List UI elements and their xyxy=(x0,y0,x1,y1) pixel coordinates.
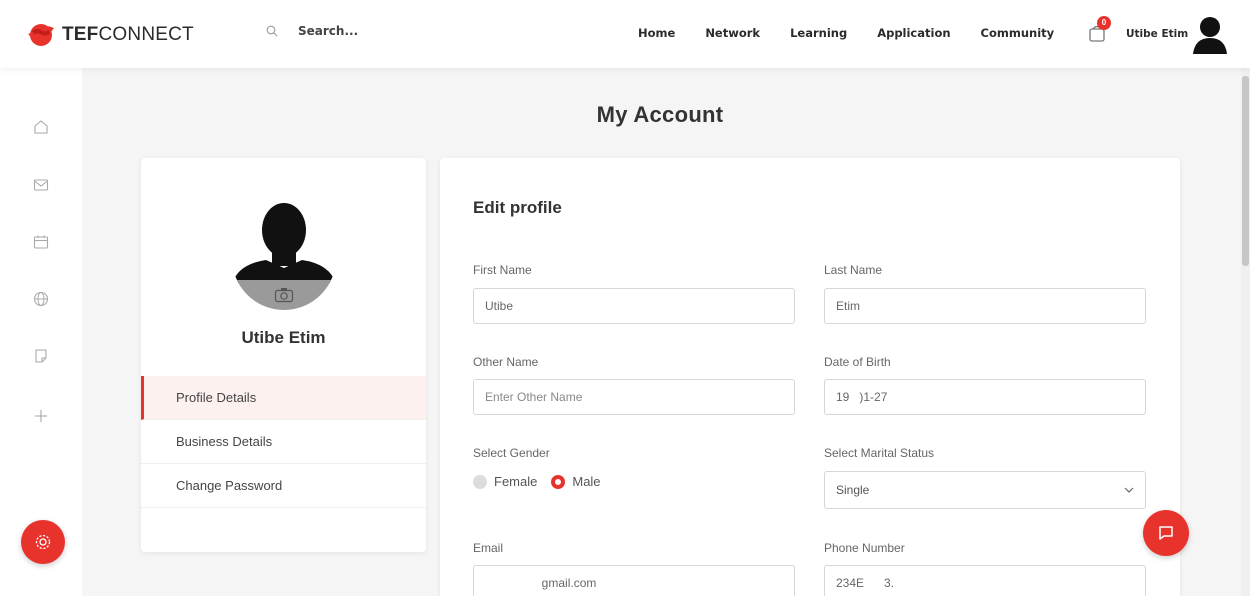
phone-label: Phone Number xyxy=(824,541,905,555)
header-username[interactable]: Utibe Etim xyxy=(1126,28,1188,40)
phone-field[interactable] xyxy=(824,565,1146,596)
marital-status-value: Single xyxy=(836,483,870,497)
first-name-field[interactable] xyxy=(473,288,795,324)
globe-logo-icon xyxy=(28,24,54,46)
male-radio[interactable] xyxy=(551,474,566,489)
user-avatar-icon[interactable] xyxy=(1191,14,1229,54)
last-name-field[interactable] xyxy=(824,288,1146,324)
nav-learning[interactable]: Learning xyxy=(790,26,847,40)
marital-status-select[interactable]: Single xyxy=(824,471,1146,509)
email-label: Email xyxy=(473,541,504,555)
page-scrollbar[interactable] xyxy=(1241,0,1250,596)
other-name-field[interactable] xyxy=(473,379,795,415)
brand-logo[interactable]: TEFCONNECT xyxy=(26,22,194,48)
other-name-label: Other Name xyxy=(473,355,539,369)
chat-button[interactable] xyxy=(1143,510,1189,556)
nav-home[interactable]: Home xyxy=(638,26,675,40)
search-bar xyxy=(266,24,448,38)
gear-icon xyxy=(35,534,51,550)
change-photo-button[interactable] xyxy=(232,280,336,310)
last-name-label: Last Name xyxy=(824,263,883,277)
chevron-down-icon xyxy=(1124,487,1134,493)
mail-icon[interactable] xyxy=(33,177,49,193)
plus-icon[interactable] xyxy=(33,408,49,424)
calendar-icon[interactable] xyxy=(33,234,49,250)
male-radio-label: Male xyxy=(572,474,601,489)
chat-bubble-icon xyxy=(1159,526,1173,540)
first-name-label: First Name xyxy=(473,263,532,277)
profile-card: Utibe Etim Profile Details Business Deta… xyxy=(141,158,426,552)
profile-menu: Profile Details Business Details Change … xyxy=(141,376,426,508)
gender-radio-group: Female Male xyxy=(473,474,601,489)
globe-icon[interactable] xyxy=(33,291,49,307)
dob-label: Date of Birth xyxy=(824,355,891,369)
search-input[interactable] xyxy=(298,24,448,38)
email-field[interactable] xyxy=(473,565,795,596)
menu-profile-details[interactable]: Profile Details xyxy=(141,376,426,420)
brand-name: TEFCONNECT xyxy=(62,24,194,45)
notification-badge: 0 xyxy=(1097,16,1111,30)
note-icon[interactable] xyxy=(33,348,49,364)
edit-profile-card: Edit profile First Name Last Name Other … xyxy=(440,158,1180,596)
left-rail xyxy=(0,68,82,596)
nav-community[interactable]: Community xyxy=(981,26,1055,40)
gender-label: Select Gender xyxy=(473,446,550,460)
nav-application[interactable]: Application xyxy=(877,26,950,40)
marital-status-label: Select Marital Status xyxy=(824,446,935,460)
search-icon xyxy=(266,25,278,37)
top-nav-bar: TEFCONNECT Home Network Learning Applica… xyxy=(0,0,1250,68)
female-radio[interactable] xyxy=(473,474,487,489)
profile-avatar xyxy=(232,198,336,310)
menu-business-details[interactable]: Business Details xyxy=(141,420,426,464)
scrollbar-thumb[interactable] xyxy=(1242,76,1249,266)
camera-icon xyxy=(274,288,294,303)
menu-change-password[interactable]: Change Password xyxy=(141,464,426,508)
female-radio-label: Female xyxy=(494,474,538,489)
settings-button[interactable] xyxy=(21,520,65,564)
edit-profile-title: Edit profile xyxy=(473,198,562,217)
main-nav: Home Network Learning Application Commun… xyxy=(638,26,1084,40)
profile-name: Utibe Etim xyxy=(241,328,326,347)
page-title: My Account xyxy=(596,102,724,127)
dob-field[interactable] xyxy=(824,379,1146,415)
nav-network[interactable]: Network xyxy=(705,26,760,40)
